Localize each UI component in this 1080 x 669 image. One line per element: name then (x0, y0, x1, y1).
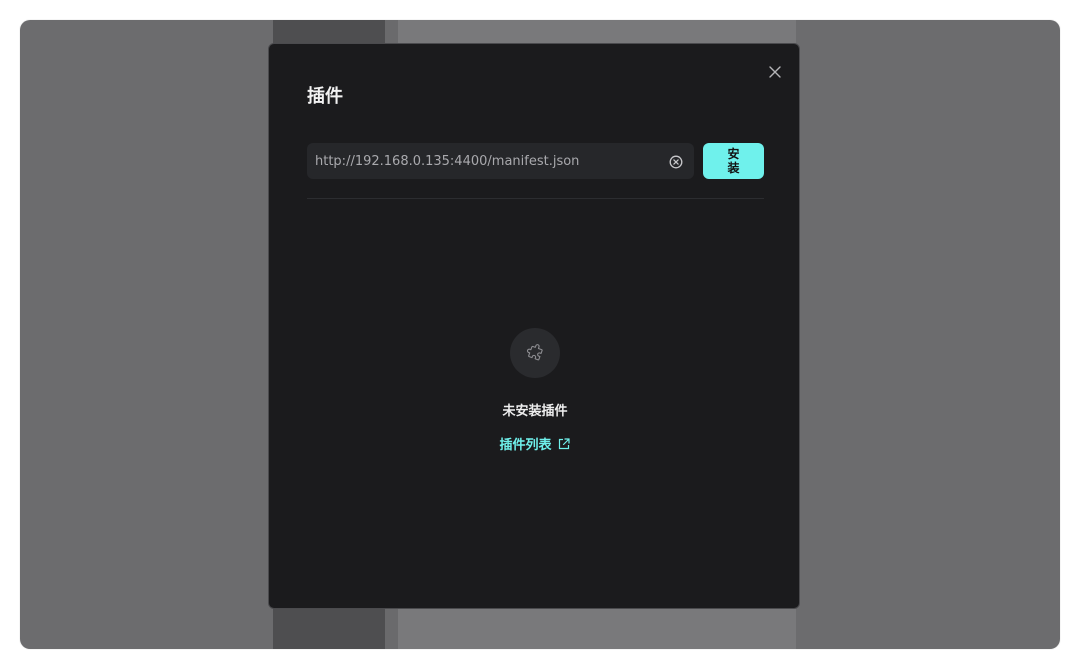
close-button[interactable] (767, 64, 783, 80)
close-icon (769, 66, 781, 78)
plugin-list-link-label: 插件列表 (499, 438, 552, 453)
manifest-url-input[interactable] (315, 143, 660, 179)
manifest-url-field (307, 143, 694, 179)
divider (307, 198, 764, 199)
empty-icon-circle (510, 328, 560, 378)
clear-input-button[interactable] (669, 154, 683, 169)
install-button[interactable]: 安装 (703, 143, 764, 179)
external-link-icon (558, 437, 570, 449)
clear-circle-icon (669, 155, 683, 169)
plugin-list-link[interactable]: 插件列表 (499, 434, 570, 453)
dialog-title: 插件 (307, 86, 343, 107)
empty-message: 未安装插件 (502, 404, 568, 419)
empty-state: 未安装插件 插件列表 (269, 328, 801, 453)
puzzle-icon (526, 344, 543, 361)
plugin-dialog: 插件 安装 未安装插件 插件列表 (268, 43, 800, 609)
